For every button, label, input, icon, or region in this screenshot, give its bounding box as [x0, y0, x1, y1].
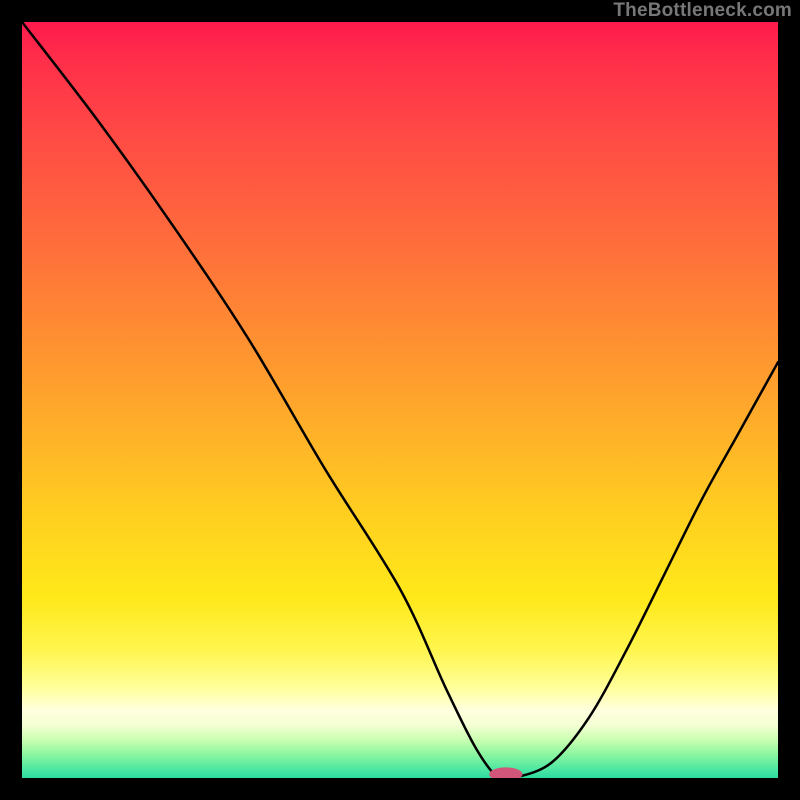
bottleneck-curve	[22, 22, 778, 778]
plot-area	[22, 22, 778, 778]
watermark-text: TheBottleneck.com	[613, 0, 792, 22]
chart-stage: TheBottleneck.com	[0, 0, 800, 800]
optimal-marker	[489, 767, 522, 778]
plot-svg	[22, 22, 778, 778]
